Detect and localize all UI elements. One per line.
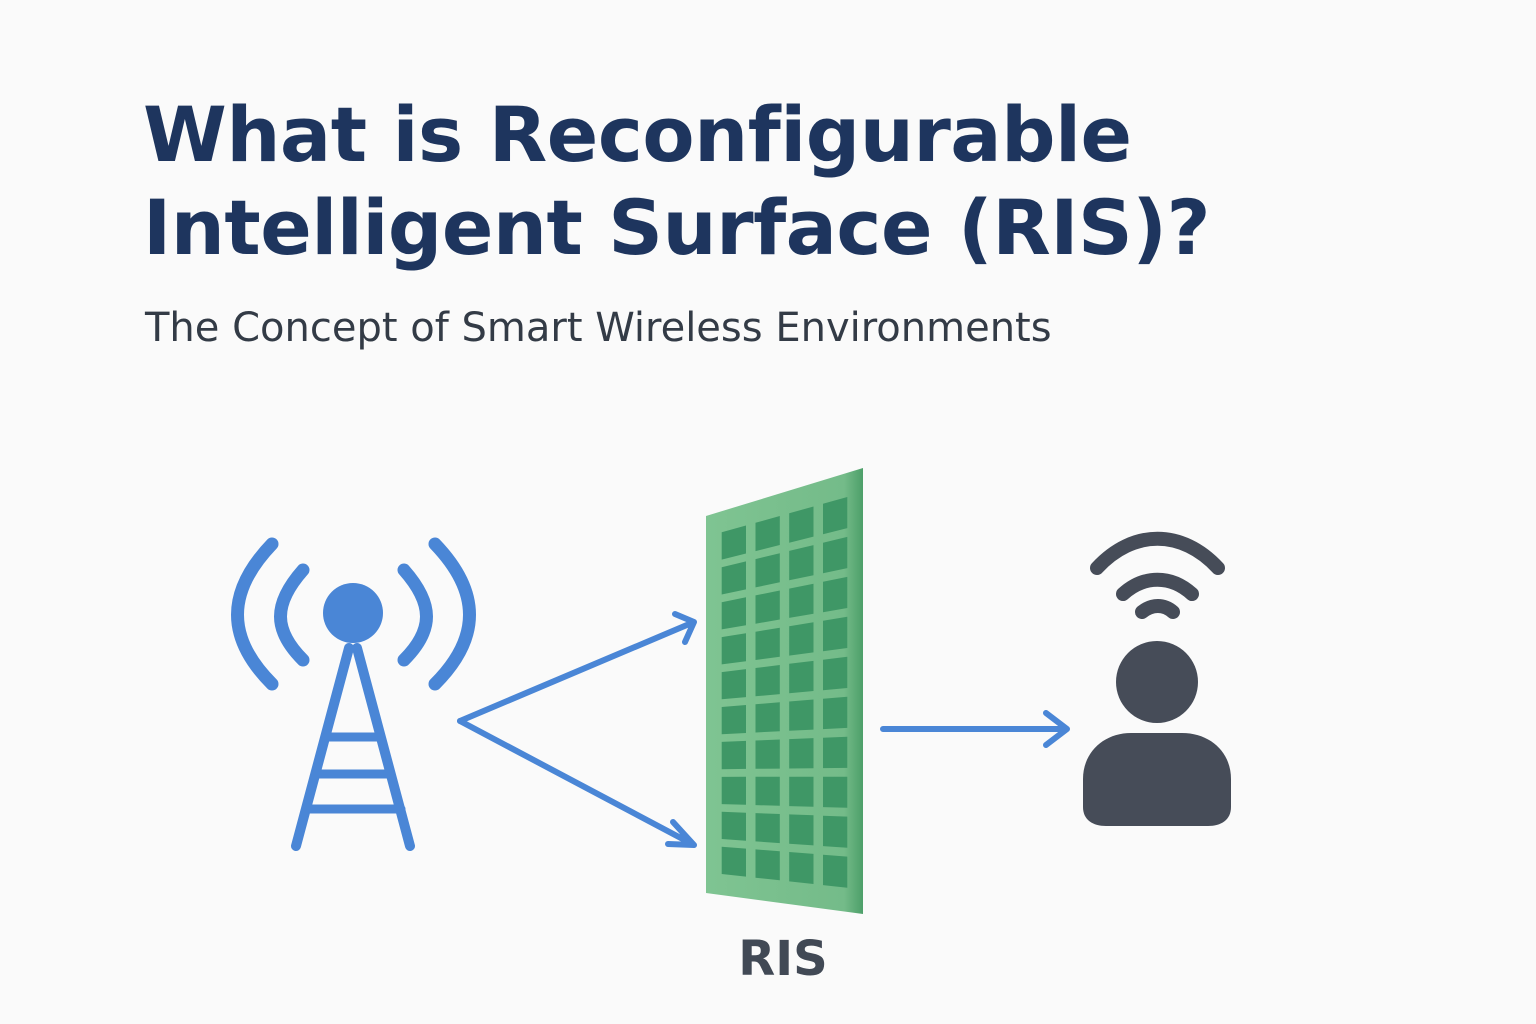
ris-cell — [823, 854, 848, 888]
ris-cell — [721, 705, 746, 735]
ris-cell — [789, 699, 814, 731]
ris-cell — [789, 660, 814, 694]
ris-diagram: RIS — [231, 468, 1231, 987]
ris-cell — [755, 590, 780, 624]
ris-cell — [823, 815, 848, 848]
wifi-middle-arc — [1116, 572, 1199, 601]
ris-cell — [823, 776, 848, 808]
tower-left-leg — [291, 643, 354, 851]
tower-left-inner-wave — [274, 563, 310, 667]
wifi-icon — [1090, 531, 1225, 619]
tower-to-ris-upper-arrow — [457, 611, 697, 724]
ris-cell — [789, 776, 814, 807]
ris-cell — [721, 633, 746, 665]
ris-cell — [789, 622, 814, 656]
ris-cell — [823, 736, 848, 769]
ris-cell — [721, 669, 746, 700]
user-body — [1083, 733, 1231, 826]
ris-cell — [721, 597, 746, 630]
ris-cell — [789, 738, 814, 769]
ris-cell — [755, 665, 780, 697]
tower-right-inner-wave — [397, 563, 433, 667]
user-head — [1116, 641, 1198, 723]
ris-cell — [823, 576, 848, 613]
ris-cell — [789, 545, 814, 581]
ris-cell — [823, 536, 848, 574]
ris-cell — [823, 616, 848, 652]
ris-cell — [721, 776, 746, 805]
ris-cell — [755, 776, 780, 806]
ris-label: RIS — [738, 931, 827, 987]
ris-cell — [789, 814, 814, 846]
ris-cell — [721, 811, 746, 841]
ris-cell — [721, 846, 746, 877]
ris-cell — [755, 553, 780, 588]
wifi-outer-arc — [1090, 531, 1225, 575]
ris-cell — [721, 561, 746, 595]
user-wifi-icon — [1083, 531, 1231, 826]
tower-left-outer-wave — [231, 537, 279, 691]
ris-panel-icon — [706, 468, 863, 914]
tower-to-ris-lower-arrow — [457, 718, 697, 848]
ris-cell — [823, 696, 848, 730]
ris-cell — [721, 740, 746, 770]
tower-right-leg — [352, 643, 415, 851]
ris-cell — [755, 627, 780, 660]
ris-cell — [823, 656, 848, 691]
tower-right-outer-wave — [428, 537, 476, 691]
ris-to-user-arrow — [880, 710, 1070, 748]
ris-cell — [755, 849, 780, 881]
ris-cell — [755, 739, 780, 769]
ris-cell — [755, 813, 780, 844]
page: What is Reconfigurable Intelligent Surfa… — [0, 0, 1536, 1024]
wifi-inner-arc — [1135, 599, 1180, 619]
tower-antenna-head — [323, 583, 383, 643]
ris-cell — [755, 702, 780, 733]
ris-cell — [789, 852, 814, 884]
ris-cell — [789, 583, 814, 618]
cell-tower-icon — [231, 537, 476, 851]
